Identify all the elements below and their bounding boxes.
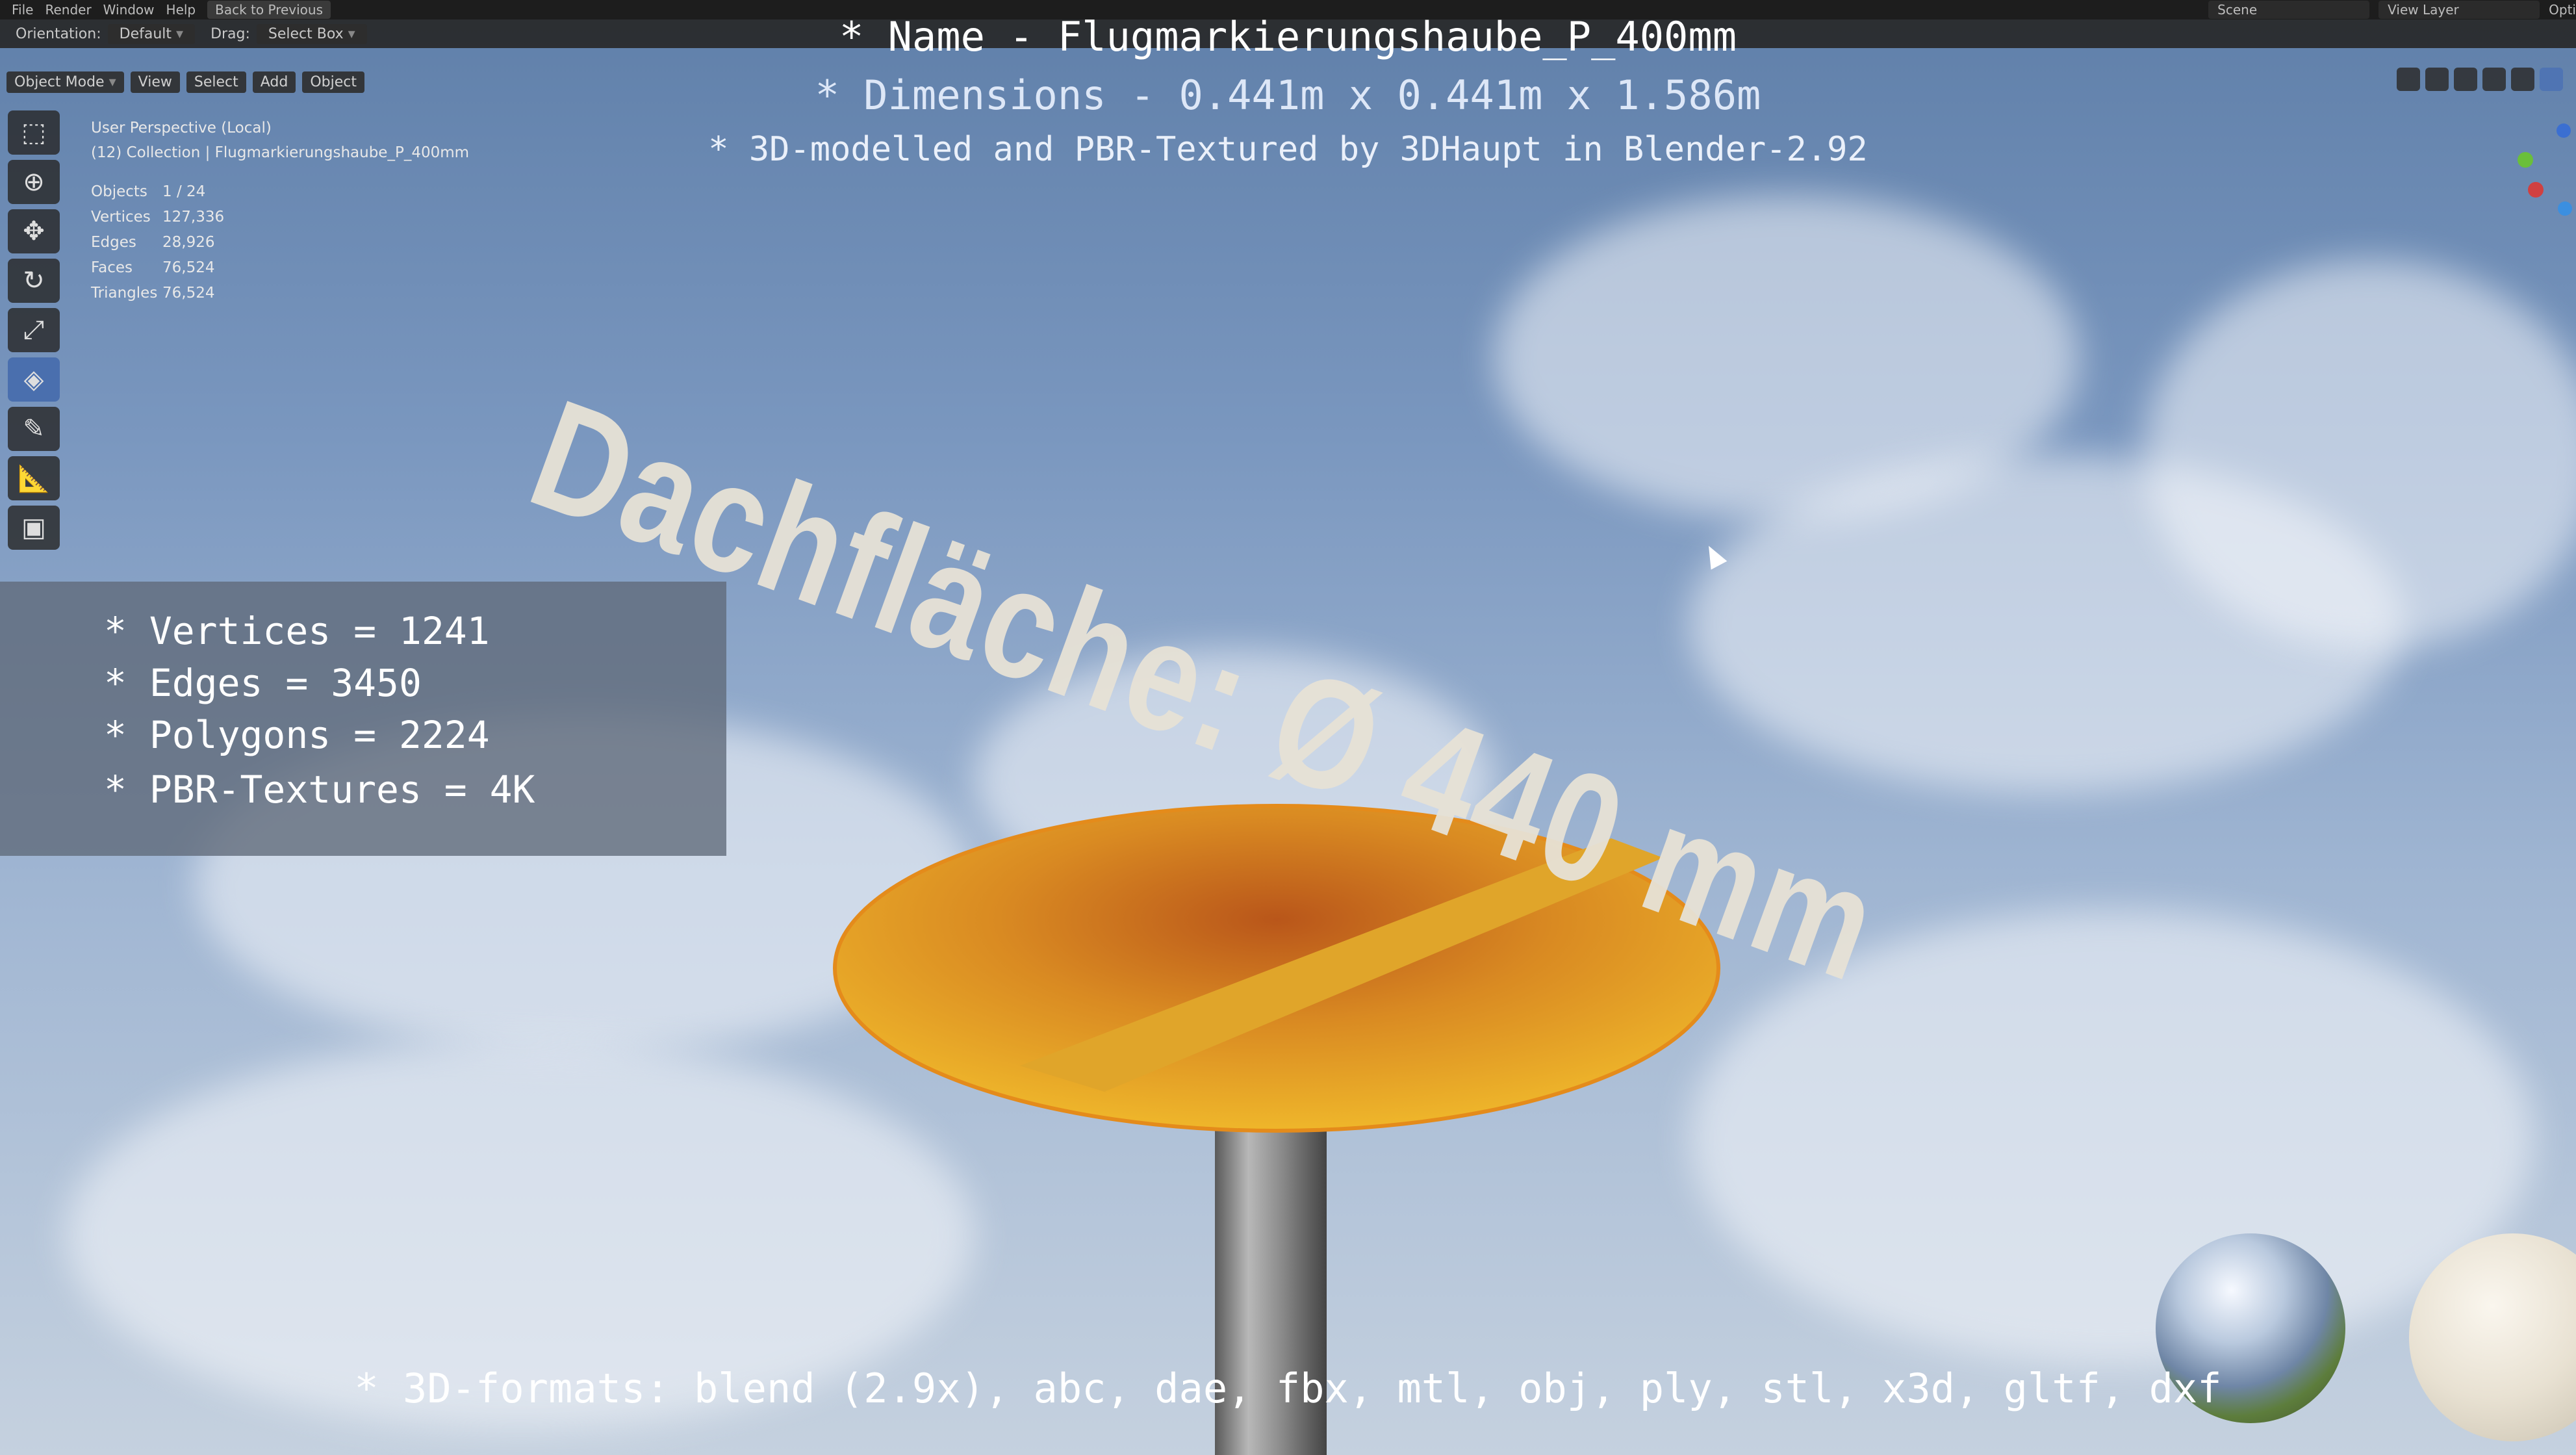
scale-tool-icon[interactable]: ⤢ xyxy=(8,308,60,352)
measure-tool-icon[interactable]: 📐 xyxy=(8,456,60,500)
add-cube-tool-icon[interactable]: ▣ xyxy=(8,506,60,550)
panel-line-textures: * PBR-Textures = 4K xyxy=(104,767,535,812)
formats-caption: * 3D-formats: blend (2.9x), abc, dae, fb… xyxy=(354,1365,2222,1412)
panel-line-edges: * Edges = 3450 xyxy=(104,661,422,705)
model-dimensions-title: * Dimensions - 0.441m x 0.441m x 1.586m xyxy=(815,71,1761,119)
gizmo-neg-z-icon[interactable] xyxy=(2558,201,2572,216)
stat-value: 76,524 xyxy=(162,285,215,302)
stat-value: 28,926 xyxy=(162,234,215,251)
panel-line-polygons: * Polygons = 2224 xyxy=(104,713,490,757)
stat-value: 76,524 xyxy=(162,259,215,276)
stat-key: Objects xyxy=(91,183,147,200)
stat-key: Triangles xyxy=(91,285,158,302)
stat-key: Edges xyxy=(91,234,136,251)
model-credit-title: * 3D-modelled and PBR-Textured by 3DHaup… xyxy=(708,130,1868,169)
stat-value: 127,336 xyxy=(162,209,225,225)
left-toolbar: ⬚ ⊕ ✥ ↻ ⤢ ◈ ✎ 📐 ▣ xyxy=(8,110,68,550)
annotate-tool-icon[interactable]: ✎ xyxy=(8,407,60,451)
stat-value: 1 / 24 xyxy=(162,183,206,200)
panel-line-vertices: * Vertices = 1241 xyxy=(104,609,490,653)
move-tool-icon[interactable]: ✥ xyxy=(8,209,60,253)
transform-tool-icon[interactable]: ◈ xyxy=(8,357,60,402)
scene-statistics: Objects 1 / 24 Vertices 127,336 Edges 28,92… xyxy=(91,179,224,306)
stat-key: Vertices xyxy=(91,209,151,225)
mesh-stats-panel: * Vertices = 1241 * Edges = 3450 * Polyg… xyxy=(0,582,726,856)
stat-key: Faces xyxy=(91,259,133,276)
model-name-title: * Name - Flugmarkierungshaube_P_400mm xyxy=(839,13,1737,60)
gizmo-x-axis-icon[interactable] xyxy=(2528,182,2544,198)
rotate-tool-icon[interactable]: ↻ xyxy=(8,259,60,303)
